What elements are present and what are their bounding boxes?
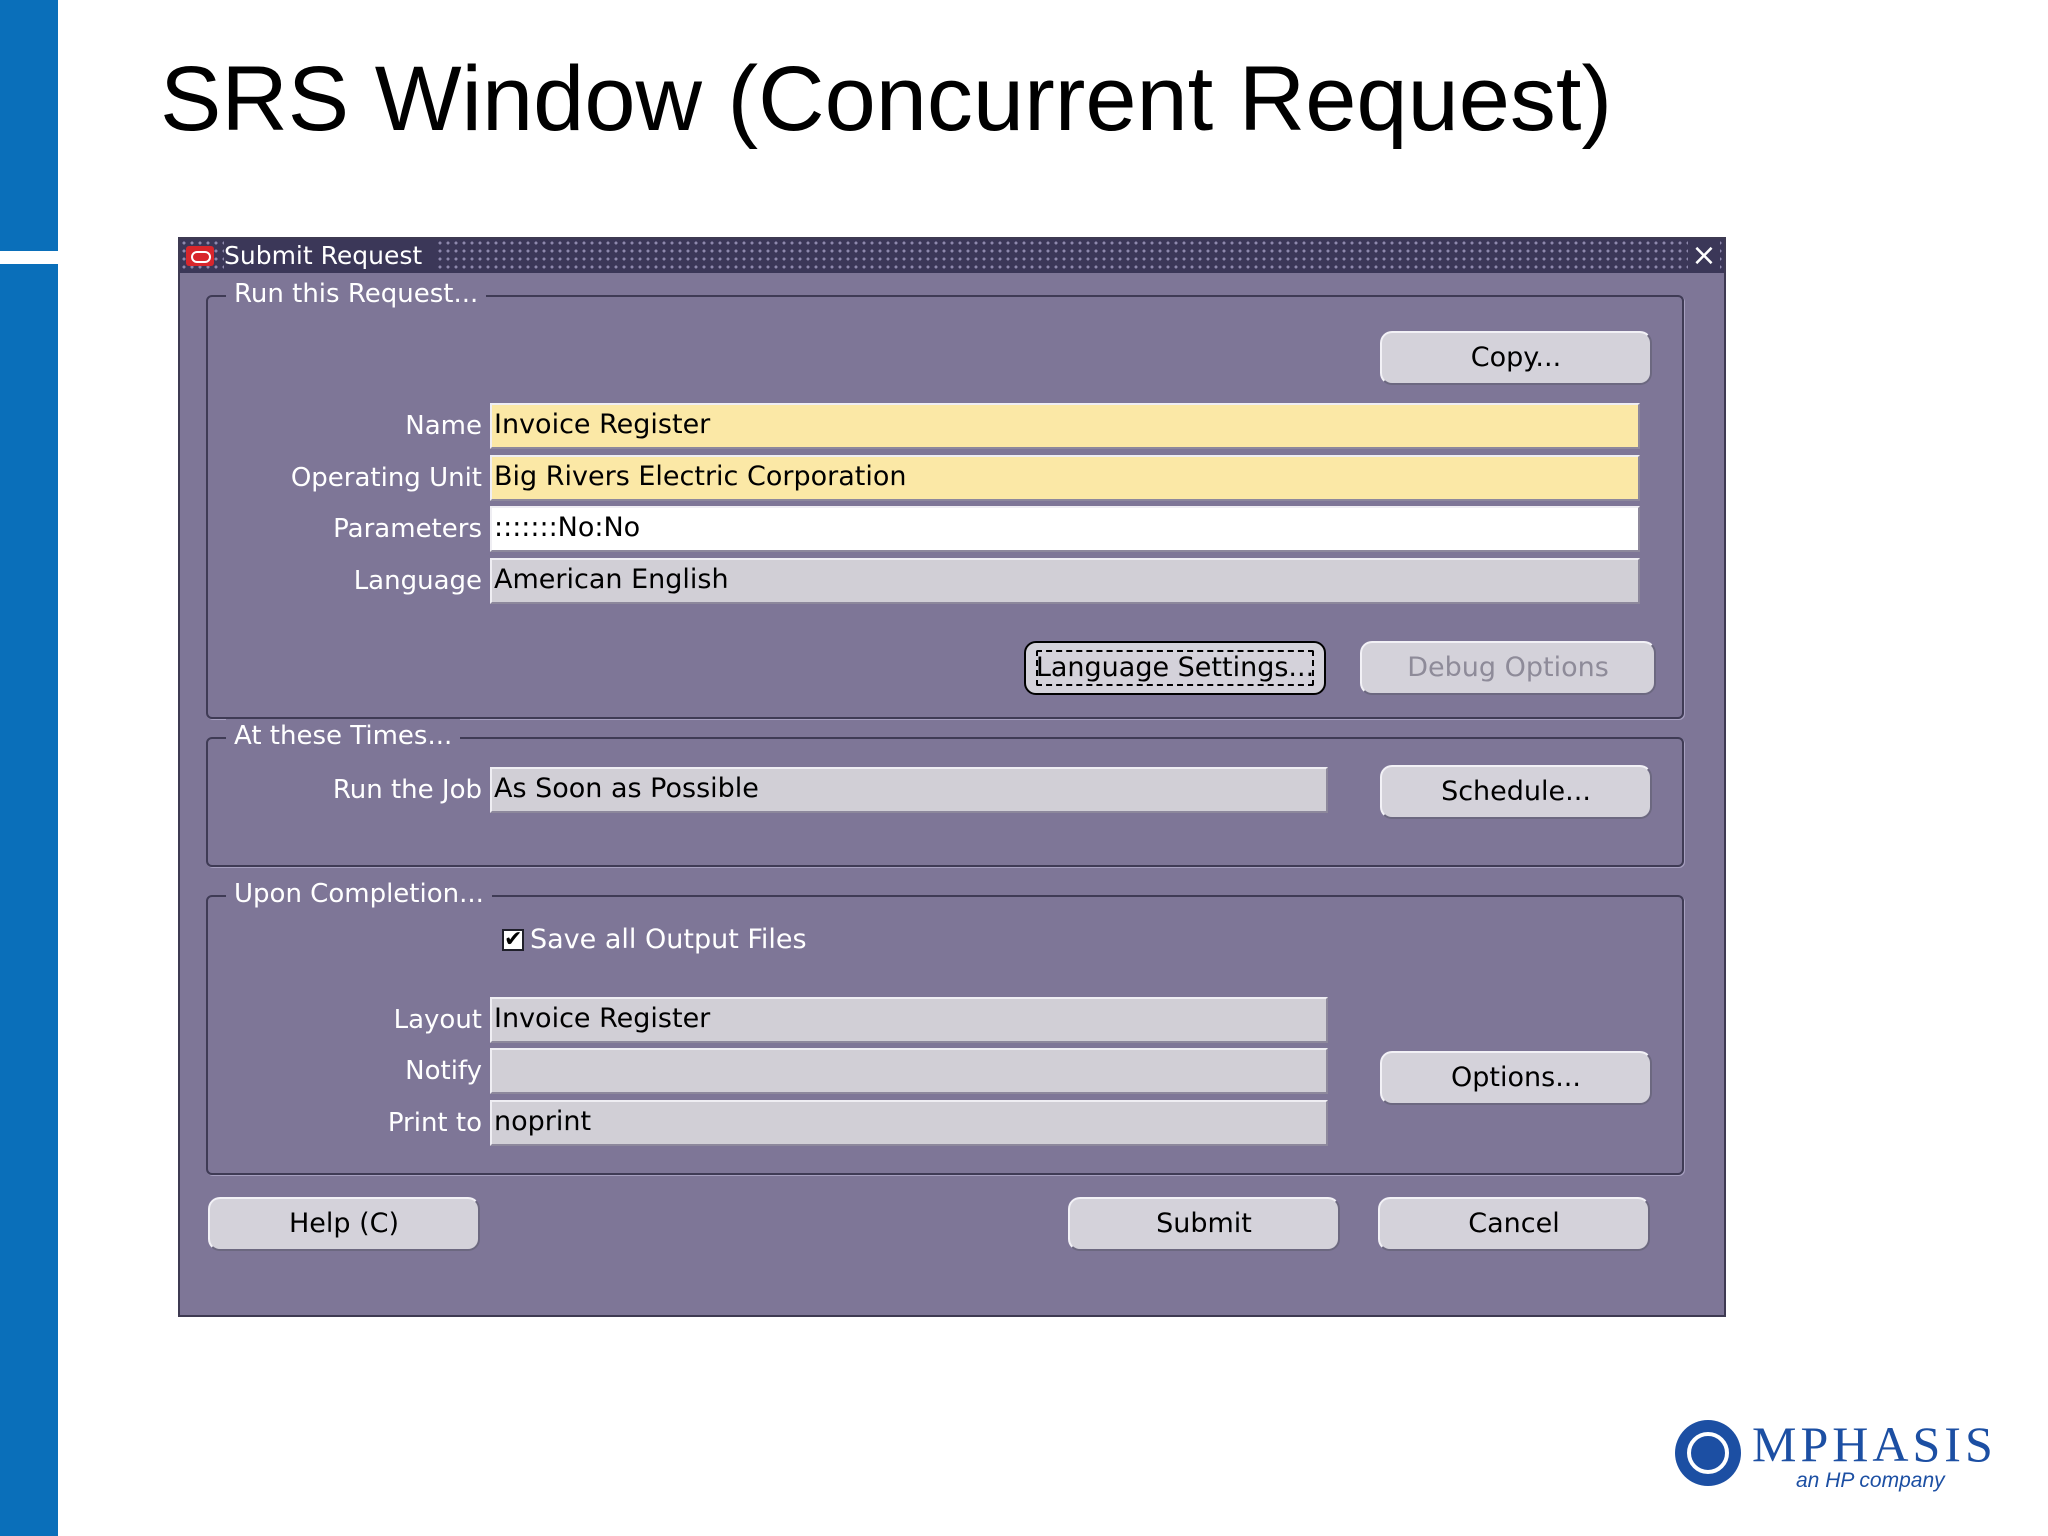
run-job-field[interactable]: As Soon as Possible [490,767,1328,813]
run-job-label: Run the Job [332,775,482,805]
notify-label: Notify [405,1056,482,1086]
slide-accent-bar-bottom [0,264,58,1536]
name-field[interactable]: Invoice Register [490,403,1640,449]
slide-accent-bar-top [0,0,58,251]
completion-legend: Upon Completion... [226,877,492,911]
options-button[interactable]: Options... [1380,1051,1652,1105]
debug-options-button[interactable]: Debug Options [1360,641,1656,695]
operating-unit-label: Operating Unit [290,463,482,493]
name-label: Name [405,411,482,441]
focus-ring [1036,650,1314,686]
slide-title: SRS Window (Concurrent Request) [160,48,1613,150]
oracle-icon [186,246,214,266]
help-button[interactable]: Help (C) [208,1197,480,1251]
mphasis-logo-icon [1675,1420,1741,1486]
cancel-button[interactable]: Cancel [1378,1197,1650,1251]
print-to-label: Print to [387,1108,482,1138]
window-titlebar[interactable]: Submit Request × [180,239,1724,273]
close-icon[interactable]: × [1688,240,1720,272]
schedule-button[interactable]: Schedule... [1380,765,1652,819]
run-request-legend: Run this Request... [226,277,487,311]
language-label: Language [353,566,482,596]
parameters-label: Parameters [333,514,482,544]
save-output-label[interactable]: Save all Output Files [530,923,807,957]
submit-request-window: Submit Request × Run this Request... Cop… [178,237,1726,1317]
save-output-checkbox[interactable]: ✔ [502,929,524,951]
mphasis-logo-text: MPHASIS [1752,1416,1997,1472]
mphasis-logo-tagline: an HP company [1796,1469,1945,1492]
completion-group: Upon Completion... ✔ Save all Output Fil… [206,877,1684,1175]
notify-field[interactable] [490,1048,1328,1094]
window-title: Submit Request [224,241,437,271]
layout-label: Layout [393,1005,482,1035]
run-request-group: Run this Request... Copy... Name Invoice… [206,277,1684,719]
layout-field[interactable]: Invoice Register [490,997,1328,1043]
schedule-group: At these Times... Run the Job As Soon as… [206,719,1684,867]
submit-button[interactable]: Submit [1068,1197,1340,1251]
copy-button[interactable]: Copy... [1380,331,1652,385]
print-to-field[interactable]: noprint [490,1100,1328,1146]
language-field[interactable]: American English [490,558,1640,604]
schedule-legend: At these Times... [226,719,461,753]
operating-unit-field[interactable]: Big Rivers Electric Corporation [490,455,1640,501]
parameters-field[interactable]: :::::::No:No [490,506,1640,552]
language-settings-button[interactable]: Language Settings... [1024,641,1326,695]
